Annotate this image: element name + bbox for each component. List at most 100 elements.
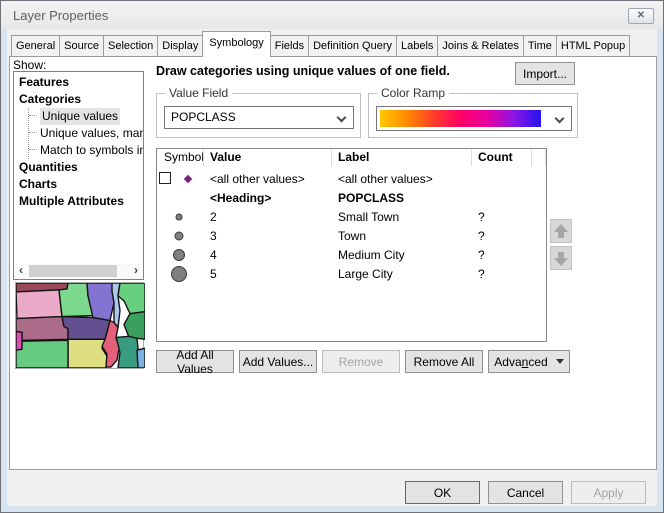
map-state (16, 290, 62, 319)
value-field-dropdown[interactable]: POPCLASS (164, 106, 354, 129)
horizontal-scrollbar[interactable]: ‹ › (15, 264, 142, 278)
cell-label: Large City (332, 267, 472, 281)
tab-html-popup[interactable]: HTML Popup (556, 35, 630, 56)
tab-labels[interactable]: Labels (396, 35, 438, 56)
tab-time[interactable]: Time (523, 35, 557, 56)
add-all-values-button[interactable]: Add All Values (156, 350, 234, 373)
move-up-button[interactable] (550, 219, 572, 243)
tab-general[interactable]: General (11, 35, 60, 56)
move-down-button[interactable] (550, 246, 572, 270)
show-item-unique-values-many[interactable]: Unique values, many (29, 125, 143, 142)
circle-symbol-icon[interactable] (171, 266, 187, 282)
tab-definition-query[interactable]: Definition Query (308, 35, 397, 56)
column-header-count[interactable]: Count (472, 149, 532, 166)
scroll-right-icon[interactable]: › (130, 264, 142, 278)
map-state (62, 317, 110, 340)
show-item-features[interactable]: Features (19, 74, 143, 91)
advanced-button[interactable]: Advanced (488, 350, 570, 373)
table-row[interactable]: <Heading> POPCLASS (157, 188, 546, 207)
import-button[interactable]: Import... (515, 62, 575, 85)
cell-count: ? (472, 229, 532, 243)
cell-count: ? (472, 267, 532, 281)
layer-properties-dialog: Layer Properties ✕ General Source Select… (0, 0, 664, 513)
all-other-values-checkbox[interactable] (159, 172, 171, 184)
table-row[interactable]: 5 Large City ? (157, 264, 546, 283)
cell-value: 3 (204, 229, 332, 243)
show-label: Show: (13, 58, 46, 72)
show-item-unique-values[interactable]: Unique values (40, 108, 120, 125)
cell-label: Town (332, 229, 472, 243)
layer-preview-map (15, 282, 144, 369)
close-icon[interactable]: ✕ (628, 8, 654, 24)
symbol-table: Symbol Value Label Count <all other valu… (156, 148, 547, 342)
cancel-button[interactable]: Cancel (488, 481, 563, 504)
color-ramp-label: Color Ramp (377, 86, 449, 100)
map-state (16, 331, 22, 350)
add-values-button[interactable]: Add Values... (239, 350, 317, 373)
cell-count: ? (472, 210, 532, 224)
show-item-charts[interactable]: Charts (19, 176, 143, 193)
table-row[interactable]: 2 Small Town ? (157, 207, 546, 226)
table-header: Symbol Value Label Count (157, 149, 546, 166)
tab-symbology[interactable]: Symbology (202, 31, 270, 57)
dropdown-caret-icon (556, 359, 564, 364)
column-header-value[interactable]: Value (204, 149, 332, 166)
cell-value: 5 (204, 267, 332, 281)
tab-selection[interactable]: Selection (103, 35, 158, 56)
apply-button[interactable]: Apply (571, 481, 646, 504)
map-state (118, 283, 145, 314)
cell-label: Small Town (332, 210, 472, 224)
tab-joins-relates[interactable]: Joins & Relates (437, 35, 523, 56)
column-header-label[interactable]: Label (332, 149, 472, 166)
value-field-groupbox: Value Field POPCLASS (156, 93, 361, 138)
tab-fields[interactable]: Fields (270, 35, 309, 56)
value-field-label: Value Field (165, 86, 232, 100)
column-header-spacer (532, 149, 546, 166)
circle-symbol-icon[interactable] (175, 231, 184, 240)
chevron-down-icon[interactable] (337, 113, 347, 123)
remove-all-button[interactable]: Remove All (405, 350, 483, 373)
value-field-selected: POPCLASS (165, 110, 236, 124)
show-listbox: Features Categories Unique values Unique… (13, 71, 144, 280)
column-header-symbol[interactable]: Symbol (157, 149, 204, 166)
map-state (16, 340, 68, 368)
circle-symbol-icon[interactable] (173, 249, 185, 261)
diamond-symbol-icon[interactable] (184, 175, 192, 183)
window-title: Layer Properties (13, 8, 108, 23)
cell-value: 2 (204, 210, 332, 224)
map-state (16, 317, 68, 341)
ok-button[interactable]: OK (405, 481, 480, 504)
tab-source[interactable]: Source (59, 35, 104, 56)
table-row[interactable]: 3 Town ? (157, 226, 546, 245)
title-bar[interactable]: Layer Properties ✕ (1, 1, 663, 29)
table-row[interactable]: <all other values> <all other values> (157, 169, 546, 188)
circle-symbol-icon[interactable] (176, 213, 183, 220)
map-state (124, 312, 145, 340)
map-state (137, 348, 145, 368)
arrow-up-icon (554, 224, 568, 232)
remove-button[interactable]: Remove (322, 350, 400, 373)
cell-value: <Heading> (204, 191, 332, 205)
scrollbar-thumb[interactable] (29, 265, 117, 277)
show-item-categories[interactable]: Categories (19, 91, 143, 108)
cell-label: <all other values> (332, 172, 472, 186)
color-ramp-groupbox: Color Ramp (368, 93, 578, 138)
map-thumbnail (16, 283, 145, 368)
map-state (68, 339, 107, 368)
tab-display[interactable]: Display (157, 35, 203, 56)
color-ramp-dropdown[interactable] (376, 106, 572, 131)
show-item-quantities[interactable]: Quantities (19, 159, 143, 176)
scroll-left-icon[interactable]: ‹ (15, 264, 27, 278)
draw-categories-description: Draw categories using unique values of o… (156, 64, 450, 78)
table-row[interactable]: 4 Medium City ? (157, 245, 546, 264)
symbology-tab-page: Show: Features Categories Unique values … (9, 56, 657, 470)
arrow-down-icon (554, 258, 568, 266)
tab-strip: General Source Selection Display Symbolo… (11, 31, 629, 57)
color-ramp-swatch (380, 110, 541, 127)
show-item-multiple-attributes[interactable]: Multiple Attributes (19, 193, 143, 210)
show-item-match-symbols[interactable]: Match to symbols in a (29, 142, 143, 159)
cell-label: POPCLASS (332, 191, 472, 205)
chevron-down-icon[interactable] (555, 114, 565, 124)
cell-value: 4 (204, 248, 332, 262)
cell-label: Medium City (332, 248, 472, 262)
